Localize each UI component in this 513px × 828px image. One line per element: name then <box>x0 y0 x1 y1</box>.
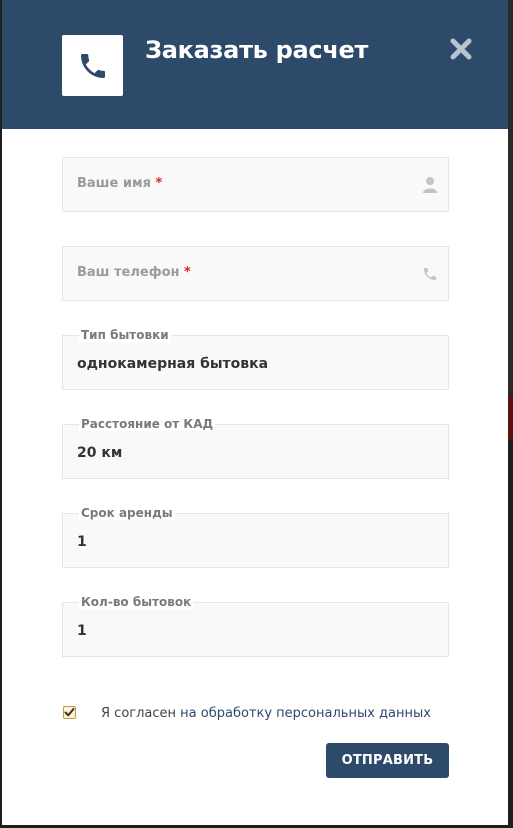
quantity-field[interactable]: Кол-во бытовок 1 <box>62 595 449 657</box>
modal-title: Заказать расчет <box>145 36 369 64</box>
distance-value: 20 км <box>77 445 123 461</box>
header-icon-box <box>62 35 123 96</box>
close-button[interactable] <box>448 36 474 62</box>
user-icon <box>423 177 437 193</box>
rent-term-label: Срок аренды <box>79 506 175 522</box>
order-calculation-modal: Заказать расчет Ваше имя * Ваш телефон *… <box>2 0 508 825</box>
checkmark-icon <box>64 708 75 717</box>
personal-data-link[interactable]: на обработку персональных данных <box>180 706 431 721</box>
distance-label: Расстояние от КАД <box>79 417 216 433</box>
backdrop <box>508 0 513 395</box>
modal-header: Заказать расчет <box>2 0 508 129</box>
consent-checkbox[interactable] <box>63 706 76 719</box>
cabin-type-label: Тип бытовки <box>79 328 171 344</box>
close-icon <box>450 38 472 60</box>
required-mark: * <box>184 265 191 280</box>
phone-icon <box>80 53 105 78</box>
quantity-value: 1 <box>77 623 87 639</box>
distance-select[interactable]: Расстояние от КАД 20 км <box>62 417 449 479</box>
cabin-type-select[interactable]: Тип бытовки однокамерная бытовка <box>62 328 449 390</box>
name-placeholder: Ваше имя * <box>77 176 163 191</box>
phone-field[interactable]: Ваш телефон * <box>62 246 449 301</box>
backdrop-accent <box>508 395 513 440</box>
submit-button[interactable]: ОТПРАВИТЬ <box>326 743 449 778</box>
consent-text: Я согласен на обработку персональных дан… <box>101 706 431 721</box>
rent-term-value: 1 <box>77 534 87 550</box>
rent-term-field[interactable]: Срок аренды 1 <box>62 506 449 568</box>
phone-icon <box>424 268 436 280</box>
phone-placeholder: Ваш телефон * <box>77 265 191 280</box>
required-mark: * <box>155 176 163 191</box>
consent-row: Я согласен на обработку персональных дан… <box>62 705 462 723</box>
quantity-label: Кол-во бытовок <box>79 595 194 611</box>
cabin-type-value: однокамерная бытовка <box>77 356 269 372</box>
name-field[interactable]: Ваше имя * <box>62 157 449 212</box>
